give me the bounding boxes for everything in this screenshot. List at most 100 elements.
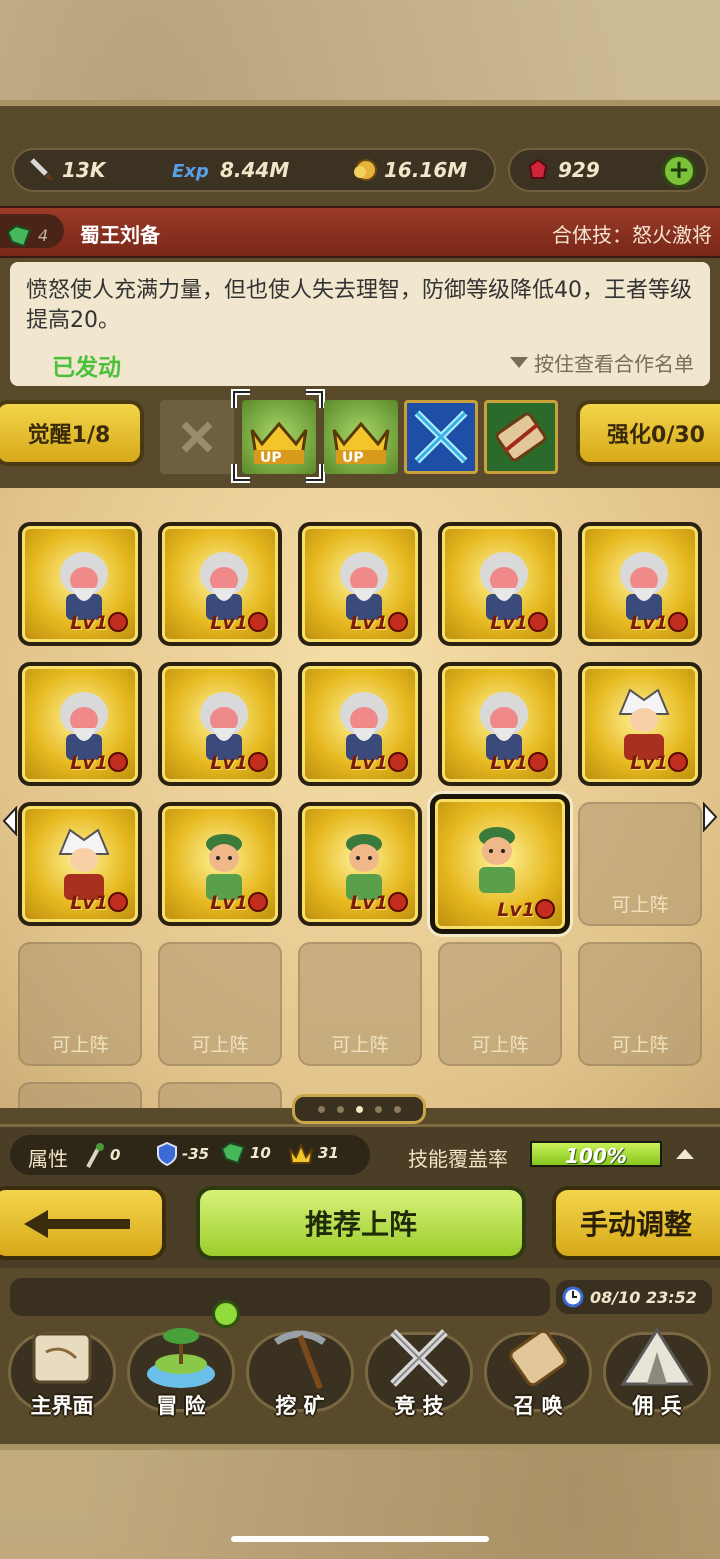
green-cap-avatar-icon [479, 827, 515, 893]
crown-up-slot[interactable]: UP [324, 400, 398, 474]
scroll-left-icon[interactable] [2, 806, 18, 836]
gold-resource: 16.16M [350, 156, 467, 184]
scroll-slot[interactable] [484, 400, 558, 474]
red-badge-icon [248, 892, 268, 912]
scroll-right-icon[interactable] [702, 802, 718, 832]
hero-card[interactable]: Lv1 [578, 522, 702, 646]
hero-level-tag: 4 [0, 214, 64, 248]
combo-skill: 合体技：怒火激将 [552, 223, 712, 247]
nav-item[interactable]: 竞 技 [359, 1324, 479, 1424]
card-level: Lv1 [490, 752, 528, 774]
crossed-swords-icon [414, 410, 468, 464]
enhance-button[interactable]: 强化0/30 [576, 400, 720, 466]
recommend-button[interactable]: 推荐上阵 [196, 1186, 526, 1260]
red-badge-icon [528, 752, 548, 772]
arrow-left-icon [24, 1210, 130, 1238]
red-badge-icon [388, 752, 408, 772]
card-level: Lv1 [497, 899, 535, 921]
datetime: 08/10 23:52 [590, 1287, 697, 1307]
enhance-label: 强化0/30 [607, 423, 705, 448]
nav-item[interactable]: 佣 兵 [597, 1324, 717, 1424]
action-row: 推荐上阵 手动调整 [0, 1182, 720, 1268]
svg-text:UP: UP [342, 450, 364, 466]
red-badge-icon [388, 612, 408, 632]
red-badge-icon [108, 752, 128, 772]
nav-item-label: 竞 技 [394, 1394, 444, 1418]
power-resource: 13K [28, 156, 105, 184]
exp-value: 8.44M [220, 158, 290, 182]
manual-adjust-button[interactable]: 手动调整 [552, 1186, 720, 1260]
red-badge-icon [388, 892, 408, 912]
defense-value: -35 [182, 1145, 210, 1163]
green-gem-icon [6, 224, 32, 248]
empty-slot[interactable]: 可上阵 [18, 942, 142, 1066]
manual-adjust-label: 手动调整 [580, 1208, 693, 1241]
empty-slot[interactable]: 可上阵 [438, 942, 562, 1066]
nav-item[interactable]: 挖 矿 [240, 1324, 360, 1424]
nav-item[interactable]: 召 唤 [478, 1324, 598, 1424]
staff-icon [86, 1143, 104, 1168]
coverage-label: 技能覆盖率 [408, 1147, 508, 1171]
page-dot[interactable] [374, 1105, 382, 1113]
back-button[interactable] [0, 1186, 166, 1260]
empty-slot[interactable]: 可上阵 [578, 802, 702, 926]
gold-value: 16.16M [384, 158, 468, 182]
home-indicator[interactable] [231, 1536, 489, 1542]
card-level: Lv1 [210, 892, 248, 914]
defense-attribute: -35 [156, 1141, 209, 1167]
skill-status: 已发动 [52, 355, 121, 381]
clock-icon [562, 1286, 584, 1308]
red-badge-icon [668, 612, 688, 632]
hero-card[interactable]: Lv1 [578, 662, 702, 786]
hero-card[interactable]: Lv1 [18, 522, 142, 646]
hero-card[interactable]: Lv1 [298, 802, 422, 926]
hero-name: 蜀王刘备 [80, 223, 160, 247]
hero-card[interactable]: Lv1 [298, 662, 422, 786]
hero-card[interactable]: Lv1 [438, 662, 562, 786]
empty-slot[interactable] [18, 1082, 142, 1108]
empty-slot[interactable]: 可上阵 [158, 942, 282, 1066]
nav-item-label: 召 唤 [513, 1394, 563, 1418]
skill-description-box[interactable]: 愤怒使人充满力量，但也使人失去理智，防御等级降低40，王者等级提高20。 已发动… [10, 262, 710, 386]
resource-bar: 13K Exp 8.44M 16.16M 929 [0, 140, 720, 200]
awaken-label: 觉醒1/8 [27, 423, 111, 448]
hero-card[interactable]: Lv1 [438, 522, 562, 646]
hero-card[interactable]: Lv1 [18, 662, 142, 786]
page-dot[interactable] [393, 1105, 401, 1113]
red-badge-icon [248, 752, 268, 772]
shield-icon [157, 1141, 177, 1167]
gold-coin-icon [354, 159, 377, 181]
nav-item[interactable]: 冒 险 [121, 1324, 241, 1424]
crown-attribute-value: 31 [318, 1144, 339, 1162]
cooperation-hint[interactable]: 按住查看合作名单 [510, 348, 694, 377]
red-badge-icon [528, 612, 548, 632]
page-dot[interactable] [317, 1105, 325, 1113]
crown-up-icon: UP [332, 421, 390, 466]
empty-slot-label: 可上阵 [191, 1034, 249, 1056]
red-badge-icon [108, 612, 128, 632]
expand-caret-icon[interactable] [676, 1149, 694, 1159]
page-dot[interactable] [355, 1105, 363, 1113]
hero-card[interactable]: Lv1 [158, 802, 282, 926]
empty-slot-label: 可上阵 [331, 1034, 389, 1056]
awaken-button[interactable]: 觉醒1/8 [0, 400, 144, 466]
hero-card-selected[interactable]: Lv1 [430, 794, 570, 934]
empty-slot[interactable]: 可上阵 [298, 942, 422, 1066]
nav-item[interactable]: 主界面 [2, 1324, 122, 1424]
clock: 08/10 23:52 [556, 1280, 712, 1314]
add-gems-button[interactable]: + [662, 154, 696, 188]
empty-slot[interactable]: 可上阵 [578, 942, 702, 1066]
green-gem-icon [220, 1141, 246, 1165]
hero-card[interactable]: Lv1 [18, 802, 142, 926]
empty-slot[interactable] [158, 1082, 282, 1108]
message-bar[interactable] [10, 1278, 550, 1316]
card-level: Lv1 [350, 892, 388, 914]
hero-card[interactable]: Lv1 [158, 522, 282, 646]
hero-card[interactable]: Lv1 [298, 522, 422, 646]
card-level: Lv1 [210, 752, 248, 774]
page-dot[interactable] [336, 1105, 344, 1113]
attack-value: 0 [110, 1146, 121, 1164]
hero-card[interactable]: Lv1 [158, 662, 282, 786]
swords-slot[interactable] [404, 400, 478, 474]
sword-icon [30, 158, 53, 181]
